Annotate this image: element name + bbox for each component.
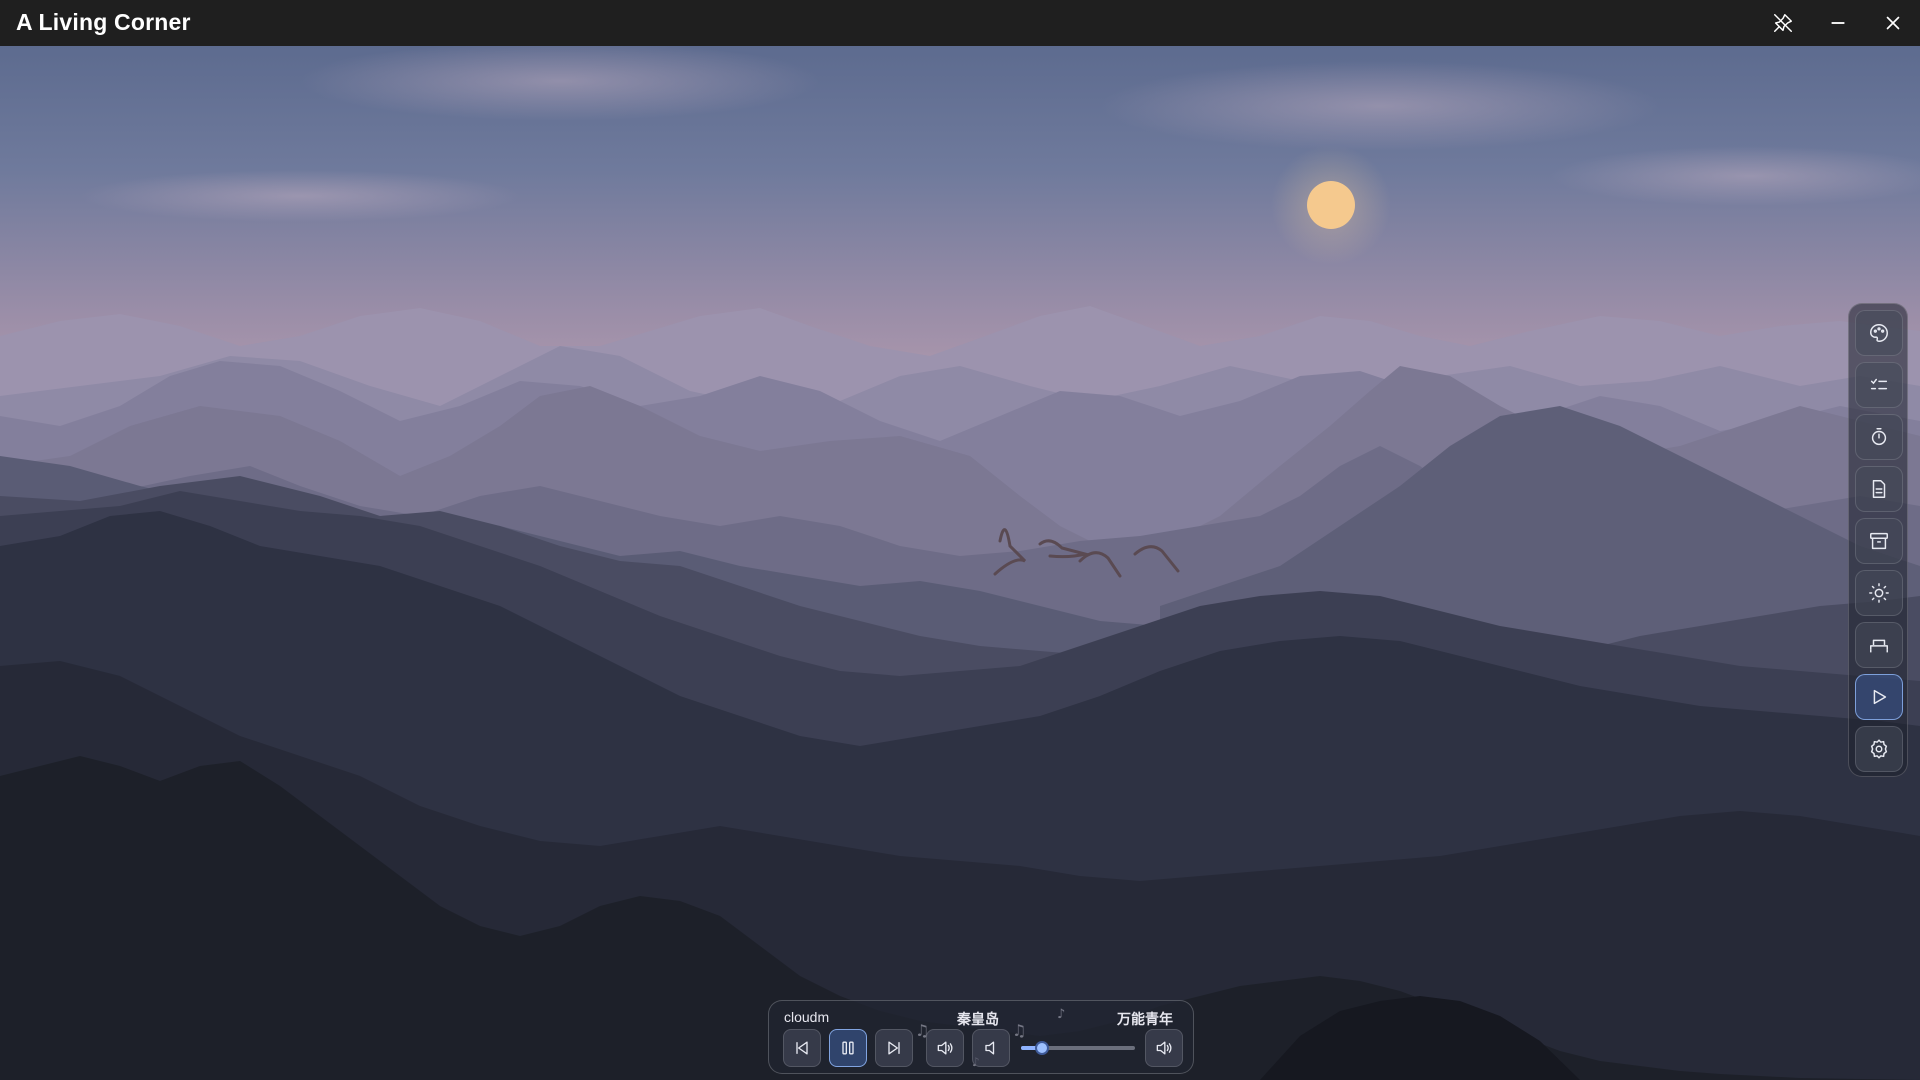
landscape-illustration bbox=[0, 46, 1920, 1080]
volume-down-button[interactable] bbox=[972, 1029, 1010, 1067]
brightness-button[interactable] bbox=[1855, 570, 1903, 616]
close-button[interactable] bbox=[1866, 0, 1920, 46]
sun bbox=[1307, 181, 1355, 229]
landscape-scene bbox=[0, 46, 1920, 1080]
theme-button[interactable] bbox=[1855, 310, 1903, 356]
minimize-icon bbox=[1831, 22, 1845, 24]
volume-down-icon bbox=[985, 1041, 995, 1055]
timer-button[interactable] bbox=[1855, 414, 1903, 460]
volume-up-button[interactable] bbox=[1145, 1029, 1183, 1067]
notes-button[interactable] bbox=[1855, 466, 1903, 512]
tool-rail bbox=[1848, 303, 1908, 777]
notes-icon bbox=[1872, 480, 1886, 498]
app-window: A Living Corner cloudm 秦皇岛 万能青年 ♫ ♫ ♪ bbox=[0, 0, 1920, 1080]
bed-icon bbox=[1870, 639, 1888, 653]
artist-label: cloudm bbox=[784, 1009, 830, 1025]
timer-icon bbox=[1871, 428, 1887, 446]
todo-button[interactable] bbox=[1855, 362, 1903, 408]
unpin-button[interactable] bbox=[1756, 0, 1810, 46]
next-icon bbox=[888, 1041, 900, 1055]
settings-button[interactable] bbox=[1855, 726, 1903, 772]
todo-list-icon bbox=[1870, 378, 1888, 390]
settings-icon bbox=[1870, 739, 1888, 759]
volume-slider[interactable] bbox=[1021, 1041, 1135, 1055]
previous-icon bbox=[796, 1041, 808, 1055]
pause-icon bbox=[842, 1041, 854, 1055]
minimize-button[interactable] bbox=[1811, 0, 1865, 46]
pause-button[interactable] bbox=[829, 1029, 867, 1067]
track-title: 秦皇岛 bbox=[957, 1011, 999, 1027]
close-icon bbox=[1886, 16, 1900, 30]
play-button[interactable] bbox=[1855, 674, 1903, 720]
play-icon bbox=[1873, 689, 1887, 705]
title-bar[interactable]: A Living Corner bbox=[0, 0, 1920, 47]
music-player: cloudm 秦皇岛 万能青年 ♫ ♫ ♪ ♪ bbox=[768, 1000, 1194, 1074]
previous-button[interactable] bbox=[783, 1029, 821, 1067]
volume-slider-thumb[interactable] bbox=[1034, 1041, 1049, 1055]
sleep-button[interactable] bbox=[1855, 622, 1903, 668]
next-track-title: 万能青年 bbox=[1117, 1011, 1173, 1027]
volume-up-icon bbox=[1156, 1041, 1172, 1055]
theme-palette-icon bbox=[1870, 324, 1888, 342]
next-button[interactable] bbox=[875, 1029, 913, 1067]
archive-icon bbox=[1870, 532, 1888, 550]
archive-button[interactable] bbox=[1855, 518, 1903, 564]
unpin-icon bbox=[1774, 14, 1792, 32]
music-note-icon: ♫ bbox=[1012, 1021, 1027, 1040]
brightness-icon bbox=[1869, 583, 1889, 603]
app-title: A Living Corner bbox=[16, 9, 191, 35]
volume-icon bbox=[937, 1041, 953, 1055]
music-note-icon: ♪ bbox=[1057, 1007, 1066, 1022]
volume-button[interactable] bbox=[926, 1029, 964, 1067]
